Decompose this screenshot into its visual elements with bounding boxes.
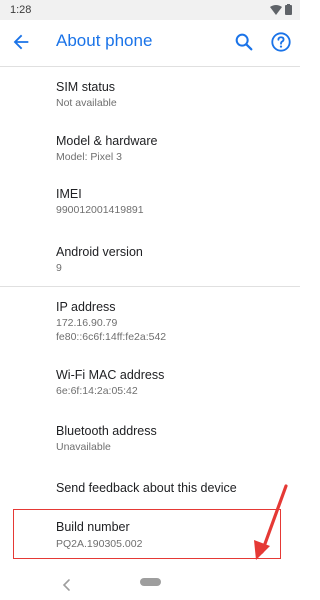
list-item-sim-status[interactable]: SIM status Not available xyxy=(0,72,300,118)
item-label: Model & hardware xyxy=(56,134,158,148)
item-value: 9 xyxy=(56,262,62,274)
list-item-wifi-mac[interactable]: Wi-Fi MAC address 6e:6f:14:2a:05:42 xyxy=(0,360,300,406)
list-item-bluetooth-address[interactable]: Bluetooth address Unavailable xyxy=(0,416,300,462)
item-value: Not available xyxy=(56,97,117,109)
item-value: Unavailable xyxy=(56,441,111,453)
divider xyxy=(0,66,300,67)
wifi-icon xyxy=(270,4,282,15)
item-label: Send feedback about this device xyxy=(56,481,237,495)
nav-home-pill[interactable] xyxy=(140,578,161,586)
red-arrow-icon xyxy=(254,484,288,560)
item-value: 990012001419891 xyxy=(56,204,144,216)
search-icon[interactable] xyxy=(233,31,255,53)
status-icons xyxy=(270,4,292,15)
divider xyxy=(0,286,300,287)
item-label: IMEI xyxy=(56,187,82,201)
item-label: Bluetooth address xyxy=(56,424,157,438)
status-bar: 1:28 xyxy=(0,0,300,20)
item-value: 6e:6f:14:2a:05:42 xyxy=(56,385,138,397)
list-item-android-version[interactable]: Android version 9 xyxy=(0,237,300,283)
app-bar: About phone xyxy=(0,20,300,64)
status-time: 1:28 xyxy=(10,4,32,16)
nav-back-icon[interactable] xyxy=(60,576,74,594)
page-title: About phone xyxy=(56,31,153,50)
list-item-model-hardware[interactable]: Model & hardware Model: Pixel 3 xyxy=(0,126,300,172)
back-arrow-icon[interactable] xyxy=(10,31,32,53)
item-label: IP address xyxy=(56,300,116,314)
battery-icon xyxy=(285,4,292,15)
list-item-imei[interactable]: IMEI 990012001419891 xyxy=(0,179,300,225)
navigation-bar xyxy=(0,572,300,600)
item-value: Model: Pixel 3 xyxy=(56,151,122,163)
list-item-ip-address[interactable]: IP address 172.16.90.79 fe80::6c6f:14ff:… xyxy=(0,292,300,350)
help-icon[interactable] xyxy=(270,31,292,53)
item-label: SIM status xyxy=(56,80,116,94)
item-label: Wi-Fi MAC address xyxy=(56,368,165,382)
build-number-highlight-box xyxy=(13,509,281,559)
item-value: 172.16.90.79 xyxy=(56,317,118,329)
settings-list: SIM status Not available Model & hardwar… xyxy=(0,64,300,572)
item-value-secondary: fe80::6c6f:14ff:fe2a:542 xyxy=(56,331,167,343)
item-label: Android version xyxy=(56,245,143,259)
